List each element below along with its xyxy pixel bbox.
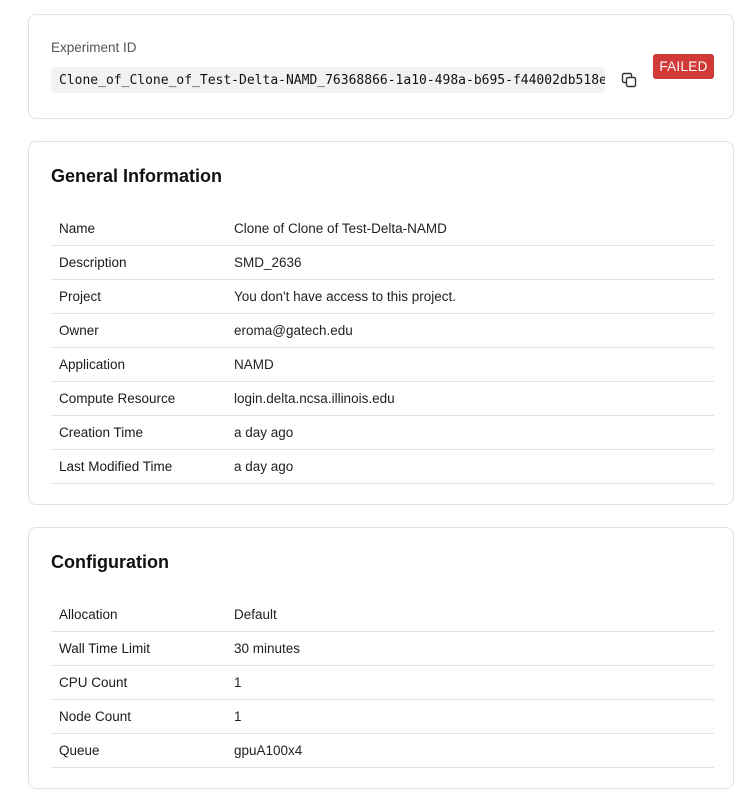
configuration-card: Configuration Allocation Default Wall Ti…: [28, 527, 734, 789]
configuration-table: Allocation Default Wall Time Limit 30 mi…: [51, 598, 714, 768]
row-label: Owner: [59, 323, 99, 338]
table-row: Name Clone of Clone of Test-Delta-NAMD: [51, 212, 714, 246]
row-label: Queue: [59, 743, 100, 758]
table-row: Wall Time Limit 30 minutes: [51, 632, 714, 666]
general-information-card: General Information Name Clone of Clone …: [28, 141, 734, 505]
row-value: 30 minutes: [234, 641, 301, 656]
row-label: Compute Resource: [59, 391, 176, 406]
table-row: Application NAMD: [51, 348, 714, 382]
table-row: Compute Resource login.delta.ncsa.illino…: [51, 382, 714, 416]
row-label: Name: [59, 221, 96, 236]
row-label: Description: [59, 255, 127, 270]
row-value: eroma@gatech.edu: [234, 323, 353, 338]
row-label: Node Count: [59, 709, 132, 724]
table-row: Queue gpuA100x4: [51, 734, 714, 768]
copy-icon-graphic: [621, 72, 637, 88]
table-row: Creation Time a day ago: [51, 416, 714, 450]
row-value: You don't have access to this project.: [234, 289, 456, 304]
row-label: Allocation: [59, 607, 118, 622]
row-label: CPU Count: [59, 675, 128, 690]
experiment-id-value[interactable]: Clone_of_Clone_of_Test-Delta-NAMD_763688…: [51, 67, 605, 93]
row-label: Application: [59, 357, 126, 372]
table-row: Project You don't have access to this pr…: [51, 280, 714, 314]
experiment-id-label: Experiment ID: [51, 40, 137, 55]
row-value: a day ago: [234, 459, 294, 474]
table-row: Last Modified Time a day ago: [51, 450, 714, 484]
table-row: CPU Count 1: [51, 666, 714, 700]
row-value: SMD_2636: [234, 255, 302, 270]
experiment-id-card: Experiment ID Clone_of_Clone_of_Test-Del…: [28, 14, 734, 119]
row-label: Wall Time Limit: [59, 641, 151, 656]
table-row: Description SMD_2636: [51, 246, 714, 280]
general-information-table: Name Clone of Clone of Test-Delta-NAMD D…: [51, 212, 714, 484]
table-row: Owner eroma@gatech.edu: [51, 314, 714, 348]
row-value: 1: [234, 709, 242, 724]
row-value: NAMD: [234, 357, 274, 372]
status-badge: FAILED: [653, 54, 714, 79]
row-value: gpuA100x4: [234, 743, 303, 758]
section-title-configuration: Configuration: [51, 552, 169, 572]
row-value: Clone of Clone of Test-Delta-NAMD: [234, 221, 447, 236]
table-row: Allocation Default: [51, 598, 714, 632]
row-label: Last Modified Time: [59, 459, 173, 474]
row-value: 1: [234, 675, 242, 690]
row-value: a day ago: [234, 425, 294, 440]
table-row: Node Count 1: [51, 700, 714, 734]
row-label: Project: [59, 289, 102, 304]
section-title-general: General Information: [51, 166, 223, 186]
copy-icon[interactable]: [619, 70, 639, 90]
row-label: Creation Time: [59, 425, 144, 440]
row-value: Default: [234, 607, 277, 622]
row-value: login.delta.ncsa.illinois.edu: [234, 391, 395, 406]
